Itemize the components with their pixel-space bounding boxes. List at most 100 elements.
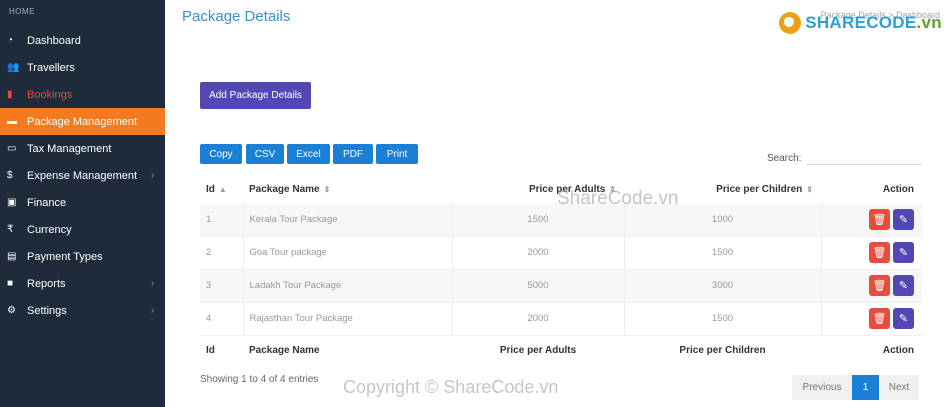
- table-row: 3 Ladakh Tour Package 5000 3000 🗑 ✎: [200, 269, 922, 303]
- footer-header-package-name: Package Name: [243, 334, 452, 365]
- sidebar-item-label: Package Management: [27, 115, 138, 128]
- page-title: Package Details: [182, 8, 291, 25]
- table-row: 1 Kerala Tour Package 1500 1000 🗑 ✎: [200, 203, 922, 237]
- sidebar-item-label: Tax Management: [27, 142, 112, 155]
- print-button[interactable]: Print: [376, 144, 418, 164]
- sort-icon: ⇕: [806, 184, 813, 194]
- footer-header-price-adults: Price per Adults: [452, 334, 624, 365]
- cell-package-name: Goa Tour package: [242, 236, 452, 270]
- cell-id: 2: [200, 236, 243, 270]
- sidebar-item-currency[interactable]: ₹ Currency: [0, 216, 165, 243]
- sidebar-item-label: Bookings: [27, 88, 73, 101]
- column-header-price-children[interactable]: Price per Children ⇕: [624, 175, 821, 203]
- previous-page-button[interactable]: Previous: [792, 375, 852, 400]
- sidebar-item-tax-management[interactable]: ▭ Tax Management: [0, 135, 165, 162]
- cell-action: 🗑 ✎: [820, 236, 922, 270]
- cell-price-adults: 2000: [451, 236, 624, 270]
- search-input[interactable]: [807, 149, 922, 165]
- briefcase-icon: ▬: [7, 116, 17, 127]
- delete-icon[interactable]: 🗑: [869, 208, 890, 230]
- delete-icon[interactable]: 🗑: [869, 275, 890, 296]
- cell-action: 🗑 ✎: [820, 203, 922, 237]
- sidebar-item-label: Settings: [27, 304, 67, 317]
- delete-icon[interactable]: 🗑: [869, 242, 890, 263]
- sidebar-item-travellers[interactable]: 👥 Travellers: [0, 54, 165, 81]
- rupee-icon: ₹: [7, 224, 14, 235]
- file-icon: ■: [7, 278, 14, 289]
- sidebar-item-payment-types[interactable]: ▤ Payment Types: [0, 243, 165, 270]
- sort-asc-icon: ▲: [218, 184, 227, 194]
- cell-package-name: Ladakh Tour Package: [242, 269, 452, 303]
- edit-icon[interactable]: ✎: [893, 308, 914, 329]
- chevron-right-icon: ›: [151, 170, 155, 181]
- logo-brand: SHARECODE: [805, 13, 917, 32]
- cell-price-children: 1000: [623, 203, 821, 237]
- cell-action: 🗑 ✎: [820, 302, 922, 336]
- edit-icon[interactable]: ✎: [893, 242, 914, 263]
- cell-price-children: 1500: [623, 302, 821, 336]
- edit-icon[interactable]: ✎: [893, 208, 914, 230]
- search-label: Search:: [767, 153, 802, 164]
- sidebar-home-label: HOME: [9, 7, 35, 16]
- logo-mark-icon: [779, 12, 802, 34]
- column-header-action: Action: [882, 183, 914, 195]
- sidebar: HOME ◔ Dashboard 👥 Travellers ▮ Bookings…: [0, 0, 165, 407]
- sidebar-item-settings[interactable]: ⚙ Settings ›: [0, 297, 165, 324]
- cell-package-name: Rajasthan Tour Package: [242, 302, 452, 336]
- page-1-button[interactable]: 1: [852, 375, 879, 400]
- logo-suffix: .vn: [916, 13, 942, 32]
- sharecode-logo: SHARECODE.vn: [779, 12, 942, 34]
- book-icon: ▮: [7, 89, 13, 100]
- sidebar-item-dashboard[interactable]: ◔ Dashboard: [0, 27, 165, 54]
- card-icon: ▭: [7, 143, 17, 154]
- footer-header-action: Action: [821, 334, 922, 365]
- pagination: Previous 1 Next: [792, 375, 919, 400]
- sidebar-item-label: Dashboard: [27, 34, 81, 47]
- pdf-button[interactable]: PDF: [333, 144, 373, 164]
- wallet-icon: ▤: [7, 251, 17, 262]
- add-package-button[interactable]: Add Package Details: [200, 82, 311, 109]
- sort-icon: ⇕: [609, 184, 616, 194]
- dashboard-icon: ◔: [7, 35, 14, 46]
- sidebar-item-label: Reports: [27, 277, 66, 290]
- table-row: 2 Goa Tour package 2000 1500 🗑 ✎: [200, 236, 922, 270]
- sidebar-item-label: Currency: [27, 223, 72, 236]
- main-content: Package Details Package Details > Dashbo…: [165, 0, 950, 407]
- column-header-id[interactable]: Id ▲: [200, 175, 243, 203]
- excel-button[interactable]: Excel: [287, 144, 330, 164]
- column-header-price-adults[interactable]: Price per Adults ⇕: [452, 175, 624, 203]
- cell-price-adults: 1500: [451, 203, 624, 237]
- delete-icon[interactable]: 🗑: [869, 308, 890, 329]
- sidebar-item-reports[interactable]: ■ Reports ›: [0, 270, 165, 297]
- cell-price-children: 3000: [623, 269, 821, 303]
- edit-icon[interactable]: ✎: [893, 275, 914, 296]
- cell-price-adults: 2000: [451, 302, 624, 336]
- sidebar-item-bookings[interactable]: ▮ Bookings: [0, 81, 165, 108]
- cell-price-adults: 5000: [451, 269, 624, 303]
- cell-package-name: Kerala Tour Package: [242, 203, 452, 237]
- users-icon: 👥: [7, 62, 20, 73]
- dollar-icon: $: [7, 170, 13, 181]
- sort-icon: ⇕: [323, 184, 331, 194]
- sidebar-item-finance[interactable]: ▣ Finance: [0, 189, 165, 216]
- cell-action: 🗑 ✎: [820, 269, 922, 303]
- cell-id: 4: [200, 302, 243, 336]
- table-info: Showing 1 to 4 of 4 entries: [200, 374, 319, 385]
- chevron-right-icon: ›: [151, 278, 155, 289]
- next-page-button[interactable]: Next: [879, 375, 919, 400]
- cell-price-children: 1500: [623, 236, 821, 270]
- packages-table: Id ▲ Package Name ⇕ Price per Adults ⇕ Pric…: [200, 175, 922, 365]
- cell-id: 3: [200, 269, 243, 303]
- sidebar-item-package-management[interactable]: ▬ Package Management: [0, 108, 165, 135]
- sidebar-item-label: Finance: [27, 196, 67, 209]
- table-row: 4 Rajasthan Tour Package 2000 1500 🗑 ✎: [200, 302, 922, 336]
- watermark-bottom: Copyright © ShareCode.vn: [343, 377, 559, 397]
- csv-button[interactable]: CSV: [246, 144, 284, 164]
- footer-header-id: Id: [200, 334, 243, 365]
- footer-header-price-children: Price per Children: [624, 334, 821, 365]
- sidebar-item-expense-management[interactable]: $ Expense Management ›: [0, 162, 165, 189]
- copy-button[interactable]: Copy: [200, 144, 242, 164]
- column-header-package-name[interactable]: Package Name ⇕: [243, 175, 452, 203]
- gear-icon: ⚙: [7, 305, 16, 316]
- money-icon: ▣: [7, 197, 17, 208]
